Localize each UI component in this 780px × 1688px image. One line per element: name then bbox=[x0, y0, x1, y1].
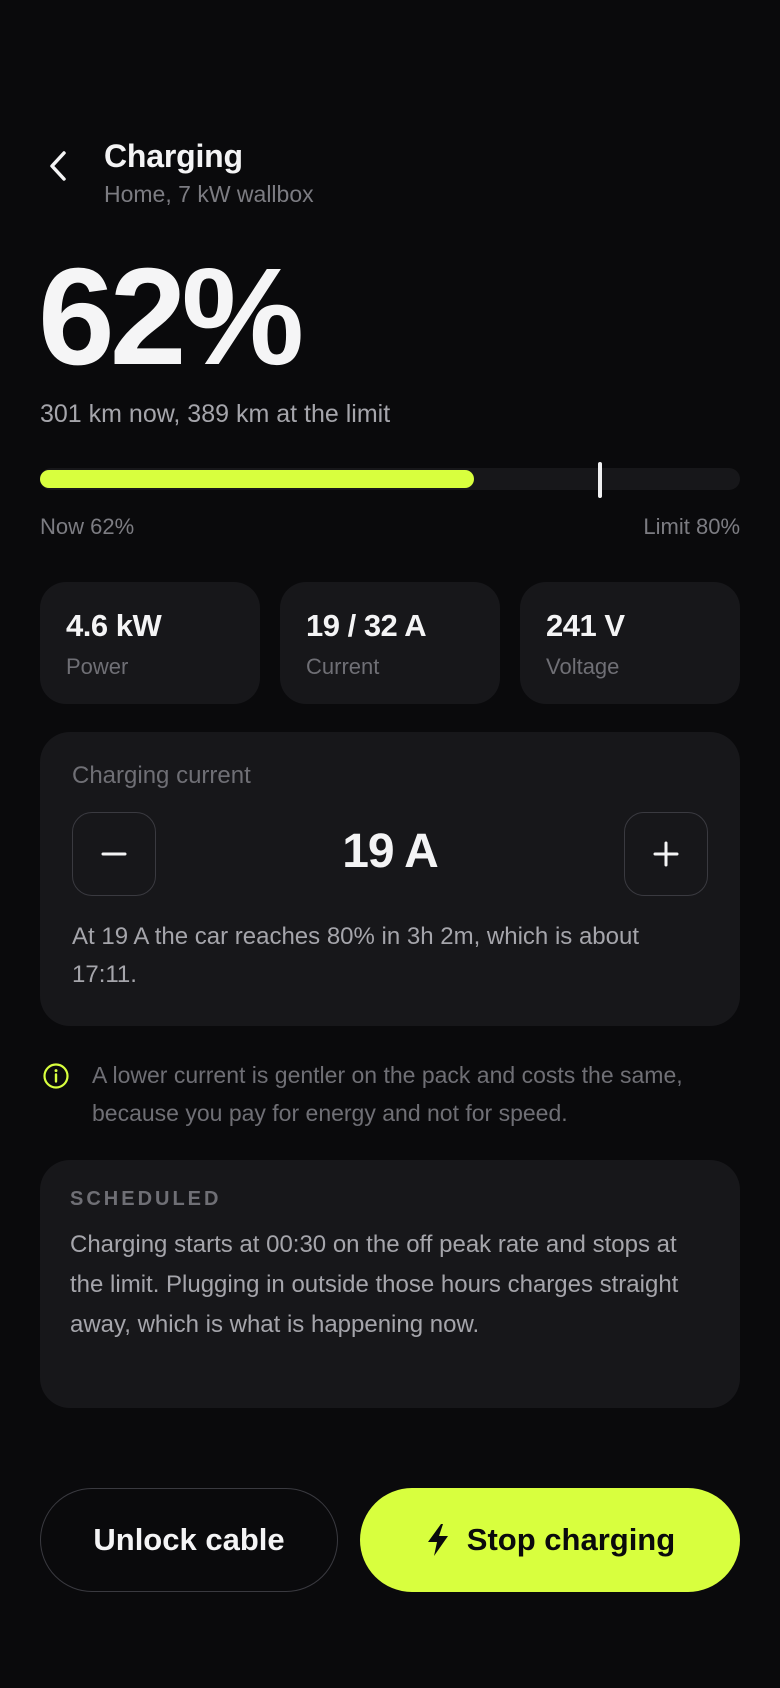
back-button[interactable] bbox=[40, 148, 76, 184]
charge-limit-marker[interactable] bbox=[598, 462, 602, 498]
charging-current-card: Charging current 19 A At 19 A the car re… bbox=[40, 732, 740, 1026]
page-title: Charging bbox=[104, 138, 243, 174]
info-tip: A lower current is gentler on the pack a… bbox=[40, 1056, 740, 1136]
progress-labels: Now 62% Limit 80% bbox=[40, 514, 740, 540]
stat-label: Voltage bbox=[546, 654, 620, 679]
scheduled-text: Charging starts at 00:30 on the off peak… bbox=[70, 1231, 679, 1338]
current-value: 19 A bbox=[342, 825, 439, 878]
header-text: Charging Home, 7 kW wallbox bbox=[104, 138, 314, 208]
chevron-left-icon bbox=[50, 151, 66, 181]
unlock-cable-button[interactable]: Unlock cable bbox=[40, 1488, 338, 1592]
plus-icon bbox=[653, 841, 679, 867]
stat-voltage: 241 V Voltage bbox=[520, 582, 740, 704]
stat-current: 19 / 32 A Current bbox=[280, 582, 500, 704]
range-text: 301 km now, 389 km at the limit bbox=[40, 400, 391, 428]
charging-screen: Charging Home, 7 kW wallbox 62% 301 km n… bbox=[0, 0, 780, 1688]
scheduled-card: SCHEDULED Charging starts at 00:30 on th… bbox=[40, 1160, 740, 1408]
battery-percent: 62% bbox=[38, 240, 304, 394]
current-stepper: 19 A bbox=[72, 812, 708, 896]
header: Charging Home, 7 kW wallbox bbox=[40, 134, 740, 214]
stop-charging-button[interactable]: Stop charging bbox=[360, 1488, 740, 1592]
increase-current-button[interactable] bbox=[624, 812, 708, 896]
now-label: Now 62% bbox=[40, 514, 135, 539]
lightning-icon bbox=[427, 1524, 448, 1556]
page-subtitle: Home, 7 kW wallbox bbox=[104, 181, 314, 207]
battery-progress-bar bbox=[40, 462, 740, 498]
stat-value: 19 / 32 A bbox=[306, 608, 427, 643]
info-tip-text: A lower current is gentler on the pack a… bbox=[92, 1062, 683, 1126]
stat-power: 4.6 kW Power bbox=[40, 582, 260, 704]
stat-value: 4.6 kW bbox=[66, 608, 162, 643]
info-icon bbox=[43, 1063, 69, 1089]
stat-label: Current bbox=[306, 654, 380, 679]
charging-current-label: Charging current bbox=[72, 762, 251, 789]
stats-row: 4.6 kW Power 19 / 32 A Current 241 V Vol… bbox=[40, 582, 740, 704]
stat-value: 241 V bbox=[546, 608, 625, 643]
charging-estimate-note: At 19 A the car reaches 80% in 3h 2m, wh… bbox=[72, 923, 639, 988]
battery-progress-fill bbox=[40, 470, 474, 488]
stat-label: Power bbox=[66, 654, 129, 679]
scheduled-title: SCHEDULED bbox=[70, 1188, 222, 1210]
bottom-actions: Unlock cable Stop charging bbox=[40, 1488, 740, 1592]
stop-charging-label: Stop charging bbox=[466, 1522, 676, 1557]
limit-label: Limit 80% bbox=[643, 514, 740, 539]
